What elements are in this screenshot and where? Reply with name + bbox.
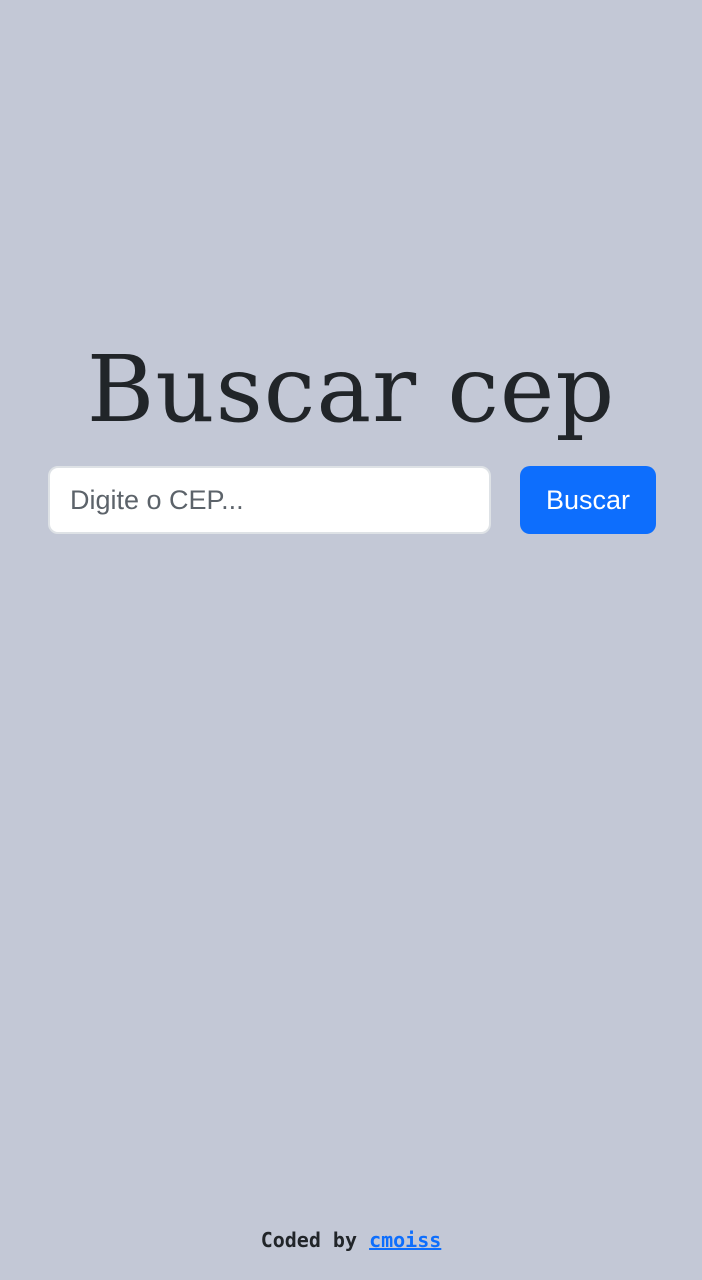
search-button[interactable]: Buscar bbox=[520, 466, 656, 534]
cep-input[interactable] bbox=[48, 466, 491, 534]
author-link[interactable]: cmoiss bbox=[369, 1228, 441, 1252]
footer: Coded by cmoiss bbox=[0, 1226, 702, 1254]
footer-credit-text: Coded by bbox=[260, 1228, 370, 1252]
search-form: Buscar bbox=[48, 466, 656, 534]
page-title: Buscar cep bbox=[86, 336, 616, 443]
